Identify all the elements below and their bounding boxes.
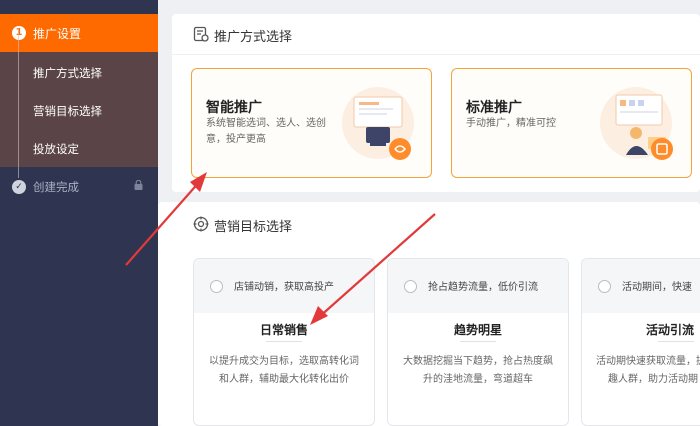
goal-desc: 以提升成交为目标，选取高转化词 和人群，辅助最大化转化出价 bbox=[204, 353, 364, 389]
promo-method-panel: 推广方式选择 智能推广 系统智能选词、选人、选创 意，投产更高 标准推广 手动推… bbox=[172, 14, 700, 192]
goal-desc-line2: 升的洼地流量，弯道超车 bbox=[423, 374, 533, 385]
sidebar-top bbox=[0, 0, 158, 14]
divider bbox=[658, 341, 694, 342]
lock-icon bbox=[134, 180, 143, 190]
step-connector-line bbox=[18, 28, 19, 178]
goal-desc: 大数据挖掘当下趋势，抢占热度飙 升的洼地流量，弯道超车 bbox=[398, 353, 558, 389]
goal-desc-line1: 大数据挖掘当下趋势，抢占热度飙 bbox=[403, 356, 553, 367]
smart-promo-card[interactable]: 智能推广 系统智能选词、选人、选创 意，投产更高 bbox=[191, 68, 432, 178]
smart-promo-illustration bbox=[342, 87, 414, 160]
goal-slogan: 店铺动销，获取高投产 bbox=[234, 282, 334, 293]
goal-desc-line2: 和人群，辅助最大化转化出价 bbox=[219, 374, 349, 385]
sidebar-item-promo-method[interactable]: 推广方式选择 bbox=[33, 65, 102, 81]
target-icon bbox=[193, 216, 209, 232]
card-desc-line1: 手动推广，精准可控 bbox=[466, 118, 556, 129]
goal-radio[interactable] bbox=[404, 280, 417, 293]
goal-name: 活动引流 bbox=[646, 323, 695, 337]
sidebar-item-create-complete: ✓ 创建完成 bbox=[0, 168, 158, 204]
goal-desc-line1: 活动期快速获取流量，提 bbox=[596, 356, 700, 367]
card-desc-line2: 意，投产更高 bbox=[206, 134, 266, 145]
standard-promo-illustration bbox=[600, 87, 673, 160]
goal-card-daily-sales[interactable]: 店铺动销，获取高投产 日常销售 以提升成交为目标，选取高转化词 和人群，辅助最大… bbox=[193, 258, 375, 426]
goal-radio[interactable] bbox=[210, 280, 223, 293]
goal-desc-line1: 以提升成交为目标，选取高转化词 bbox=[209, 356, 359, 367]
sidebar-item-delivery-settings[interactable]: 投放设定 bbox=[33, 141, 79, 157]
sidebar-item-label: 推广设置 bbox=[33, 27, 82, 41]
document-settings-icon bbox=[193, 26, 209, 42]
sidebar-item-marketing-goal[interactable]: 营销目标选择 bbox=[33, 103, 102, 119]
section-title: 营销目标选择 bbox=[214, 220, 293, 235]
goal-card-event-traffic[interactable]: 活动期间，快速 活动引流 活动期快速获取流量，提 趣人群，助力活动期 bbox=[581, 258, 700, 426]
divider bbox=[266, 341, 302, 342]
check-icon: ✓ bbox=[12, 180, 26, 194]
sidebar: 1 推广设置 推广方式选择 营销目标选择 投放设定 ✓ 创建完成 bbox=[0, 0, 158, 426]
sidebar-submenu: 推广方式选择 营销目标选择 投放设定 bbox=[0, 52, 158, 167]
card-desc-line1: 系统智能选词、选人、选创 bbox=[206, 118, 326, 129]
section-title: 推广方式选择 bbox=[214, 30, 293, 45]
card-title: 智能推广 bbox=[206, 100, 262, 116]
goal-desc-line2: 趣人群，助力活动期 bbox=[608, 374, 698, 385]
card-title: 标准推广 bbox=[466, 100, 522, 116]
goal-radio[interactable] bbox=[598, 280, 611, 293]
divider bbox=[172, 54, 700, 55]
goal-slogan: 抢占趋势流量，低价引流 bbox=[428, 282, 538, 293]
standard-promo-card[interactable]: 标准推广 手动推广，精准可控 bbox=[451, 68, 692, 178]
goal-name: 日常销售 bbox=[259, 323, 308, 337]
goal-card-trend-star[interactable]: 抢占趋势流量，低价引流 趋势明星 大数据挖掘当下趋势，抢占热度飙 升的洼地流量，… bbox=[387, 258, 569, 426]
goal-slogan: 活动期间，快速 bbox=[622, 282, 692, 293]
step-number-badge: 1 bbox=[12, 26, 26, 40]
goal-name: 趋势明星 bbox=[453, 323, 502, 337]
sidebar-item-label: 创建完成 bbox=[33, 180, 79, 194]
sidebar-item-promo-settings[interactable]: 1 推广设置 bbox=[0, 14, 158, 52]
divider bbox=[460, 341, 496, 342]
goal-desc: 活动期快速获取流量，提 趣人群，助力活动期 bbox=[596, 353, 700, 389]
